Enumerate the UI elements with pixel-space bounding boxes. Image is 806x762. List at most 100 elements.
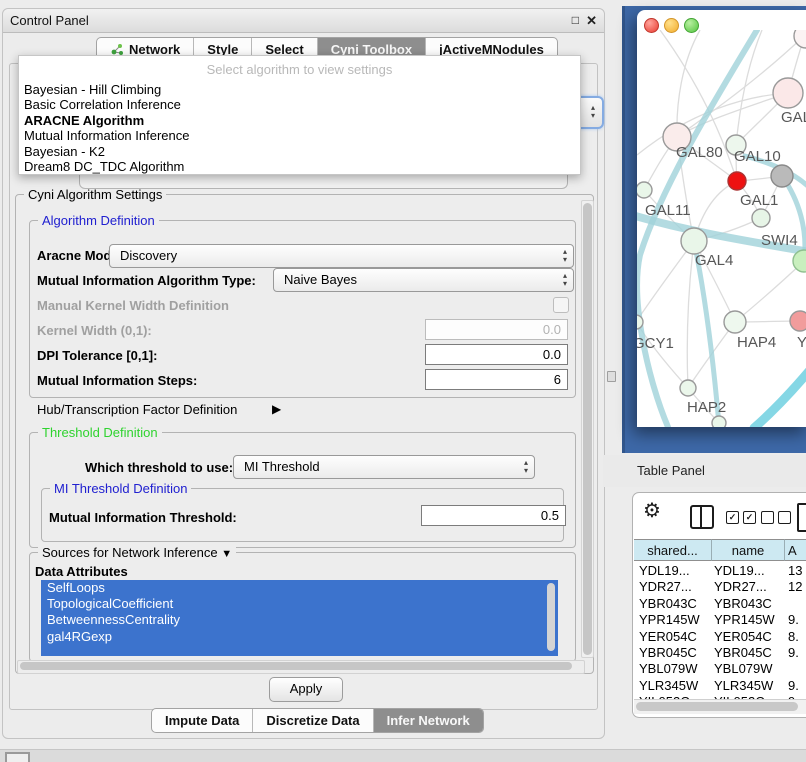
dropdown-item[interactable]: Dream8 DC_TDC Algorithm bbox=[19, 159, 580, 174]
dropdown-item[interactable]: Bayesian - K2 bbox=[19, 144, 580, 159]
node-label: GCY1 bbox=[637, 335, 674, 352]
node-label: HAP4 bbox=[737, 334, 776, 351]
node-gray[interactable] bbox=[771, 165, 793, 187]
column-header-name[interactable]: name bbox=[712, 539, 785, 561]
expand-right-icon[interactable]: ▶ bbox=[272, 402, 281, 416]
list-item[interactable]: TopologicalCoefficient bbox=[41, 596, 558, 612]
node-label: HAP2 bbox=[687, 399, 726, 416]
dropdown-placeholder: Select algorithm to view settings bbox=[19, 56, 580, 82]
stepper-icon: ▴▾ bbox=[591, 104, 595, 120]
deselect-all-checkboxes-icon[interactable] bbox=[761, 511, 791, 524]
mi-steps-input[interactable]: 6 bbox=[425, 369, 568, 390]
column-header-partial[interactable]: A bbox=[785, 539, 806, 561]
algorithm-definition-title: Algorithm Definition bbox=[38, 213, 159, 228]
table-row[interactable]: YPR145WYPR145W9. bbox=[633, 611, 806, 627]
table-panel-header: Table Panel bbox=[603, 455, 806, 487]
node-gal1[interactable] bbox=[752, 209, 770, 227]
node-label: SWI4 bbox=[761, 232, 798, 249]
application-root: Control Panel □ ✕ Network Style Select C… bbox=[0, 0, 806, 762]
kernel-width-label: Kernel Width (0,1): bbox=[37, 323, 152, 339]
threshold-definition-title: Threshold Definition bbox=[38, 425, 162, 440]
dropdown-item-selected[interactable]: ARACNE Algorithm bbox=[19, 113, 580, 128]
stepper-icon: ▴▾ bbox=[563, 272, 567, 288]
table-row[interactable]: YBR045CYBR045C9. bbox=[633, 644, 806, 660]
list-item[interactable]: SelfLoops bbox=[41, 580, 558, 596]
list-item[interactable]: gal4RGexp bbox=[41, 629, 558, 645]
table-header-row: shared... name A bbox=[634, 539, 806, 561]
dpi-tolerance-label: DPI Tolerance [0,1]: bbox=[37, 348, 157, 364]
cyni-algorithm-settings-title: Cyni Algorithm Settings bbox=[24, 187, 166, 202]
data-attributes-list[interactable]: SelfLoops TopologicalCoefficient Between… bbox=[41, 580, 558, 656]
tab-impute-data[interactable]: Impute Data bbox=[152, 709, 253, 732]
node-hap4[interactable] bbox=[724, 311, 746, 333]
column-header-shared-name[interactable]: shared... bbox=[634, 539, 712, 561]
tab-impute-data-label: Impute Data bbox=[165, 710, 239, 731]
aracne-mode-select[interactable]: Discovery ▴▾ bbox=[109, 244, 574, 268]
node-partial-top[interactable] bbox=[794, 30, 806, 48]
which-threshold-label: Which threshold to use: bbox=[85, 460, 233, 476]
node-gal4[interactable] bbox=[681, 228, 707, 254]
node-partial-bottom[interactable] bbox=[712, 416, 726, 427]
panel-splitter-handle[interactable] bbox=[607, 371, 616, 382]
node-label: GAL bbox=[781, 109, 806, 126]
network-view-frame: GAL GAL80 GAL10 GAL11 GAL1 SWI4 GAL4 GCY… bbox=[622, 6, 806, 453]
select-all-checkboxes-icon[interactable]: ✓✓ bbox=[726, 511, 756, 524]
mi-algorithm-type-select[interactable]: Naive Bayes ▴▾ bbox=[273, 268, 574, 292]
tab-discretize-data[interactable]: Discretize Data bbox=[253, 709, 373, 732]
node-label: GAL10 bbox=[734, 148, 781, 165]
list-item[interactable]: BetweennessCentrality bbox=[41, 612, 558, 628]
close-window-icon[interactable]: ✕ bbox=[586, 9, 597, 32]
apply-button[interactable]: Apply bbox=[269, 677, 343, 702]
node-label: GAL1 bbox=[740, 192, 778, 209]
table-row[interactable]: YLR345WYLR345W9. bbox=[633, 677, 806, 693]
mi-threshold-input[interactable]: 0.5 bbox=[421, 505, 566, 526]
dropdown-item[interactable]: Mutual Information Inference bbox=[19, 128, 580, 143]
stepper-icon: ▴▾ bbox=[563, 248, 567, 264]
table-row[interactable]: YDL19...YDL19...13 bbox=[633, 562, 806, 578]
gear-icon[interactable]: ⚙ bbox=[643, 500, 661, 522]
manual-kernel-width-label: Manual Kernel Width Definition bbox=[37, 298, 229, 314]
node-gal-partial[interactable] bbox=[773, 78, 803, 108]
cyni-bottom-tabbar: Impute Data Discretize Data Infer Networ… bbox=[151, 708, 484, 733]
columns-icon[interactable] bbox=[690, 505, 714, 529]
algorithm-dropdown-popup: Select algorithm to view settings Bayesi… bbox=[18, 55, 581, 175]
table-horizontal-scrollbar[interactable] bbox=[634, 699, 806, 714]
node-label: GAL80 bbox=[676, 144, 723, 161]
table-window: ⚙ ✓✓ shared... name A YDL19...YDL19...13… bbox=[632, 492, 806, 718]
export-table-icon[interactable] bbox=[797, 503, 806, 532]
node-label: Y bbox=[797, 334, 806, 351]
status-strip bbox=[0, 749, 806, 762]
hub-factor-section-toggle[interactable]: Hub/Transcription Factor Definition bbox=[37, 402, 237, 418]
tab-infer-network-label: Infer Network bbox=[387, 710, 470, 731]
network-window: GAL GAL80 GAL10 GAL11 GAL1 SWI4 GAL4 GCY… bbox=[637, 10, 806, 427]
tab-infer-network[interactable]: Infer Network bbox=[374, 709, 483, 732]
table-row[interactable]: YER054CYER054C8. bbox=[633, 628, 806, 644]
docked-panel-icon[interactable] bbox=[5, 752, 30, 762]
mi-algorithm-type-value: Naive Bayes bbox=[284, 269, 357, 291]
list-vertical-scrollbar[interactable] bbox=[547, 583, 555, 651]
kernel-width-input: 0.0 bbox=[425, 319, 568, 340]
table-row[interactable]: YBL079WYBL079W bbox=[633, 660, 806, 676]
float-window-icon[interactable]: □ bbox=[572, 9, 579, 32]
dpi-tolerance-input[interactable]: 0.0 bbox=[425, 344, 568, 365]
node-gal11[interactable] bbox=[637, 182, 652, 198]
network-canvas[interactable]: GAL GAL80 GAL10 GAL11 GAL1 SWI4 GAL4 GCY… bbox=[637, 30, 806, 427]
node-salmon[interactable] bbox=[790, 311, 806, 331]
node-red[interactable] bbox=[728, 172, 746, 190]
dropdown-item[interactable]: Bayesian - Hill Climbing bbox=[19, 82, 580, 97]
data-attributes-header: Data Attributes bbox=[35, 564, 128, 580]
settings-horizontal-scrollbar[interactable] bbox=[17, 660, 585, 674]
sources-group-toggle[interactable]: Sources for Network Inference ▼ bbox=[38, 545, 236, 562]
control-panel-titlebar: Control Panel □ ✕ bbox=[3, 9, 604, 33]
node-hap2[interactable] bbox=[680, 380, 696, 396]
table-row[interactable]: YDR27...YDR27...12 bbox=[633, 578, 806, 594]
mi-algorithm-type-label: Mutual Information Algorithm Type: bbox=[37, 273, 256, 289]
table-row[interactable]: YBR043CYBR043C bbox=[633, 595, 806, 611]
node-label: GAL11 bbox=[645, 202, 691, 219]
dropdown-item[interactable]: Basic Correlation Inference bbox=[19, 97, 580, 112]
tab-discretize-data-label: Discretize Data bbox=[266, 710, 359, 731]
node-label: GAL4 bbox=[695, 252, 733, 269]
settings-vertical-scrollbar[interactable] bbox=[581, 200, 594, 658]
stepper-icon: ▴▾ bbox=[524, 459, 528, 475]
which-threshold-select[interactable]: MI Threshold ▴▾ bbox=[233, 455, 535, 479]
